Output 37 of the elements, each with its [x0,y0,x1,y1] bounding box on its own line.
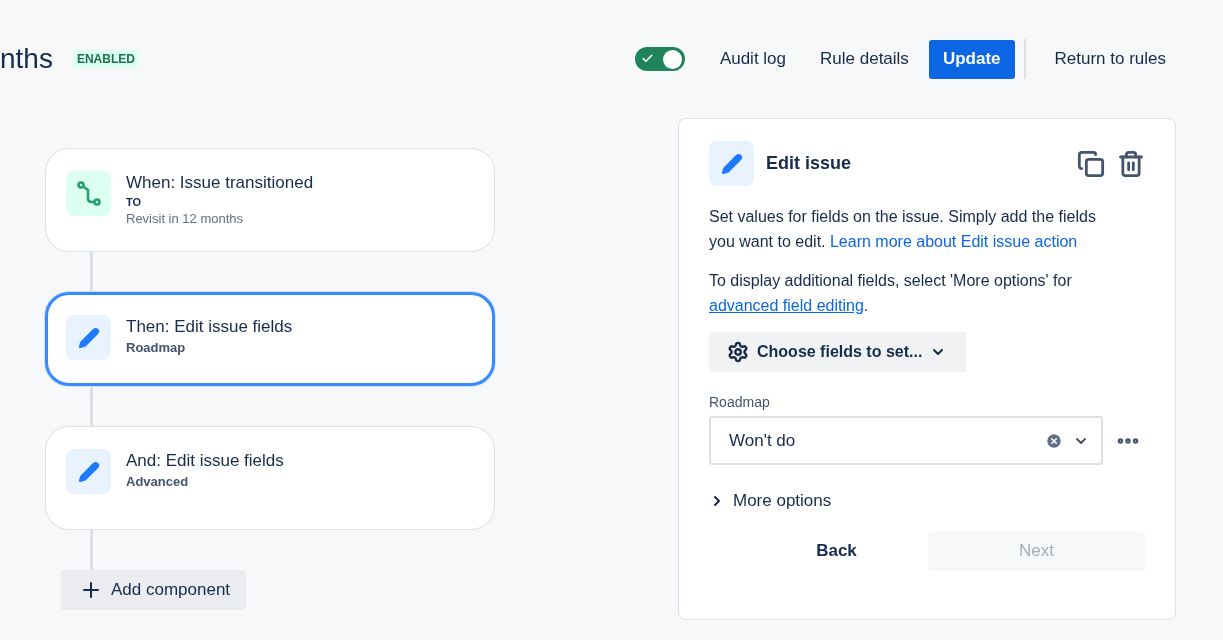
trash-icon[interactable] [1117,149,1145,178]
card-detail: Revisit in 12 months [126,211,245,226]
enable-toggle[interactable] [634,47,685,71]
card-title: And: Edit issue fields [126,451,284,471]
more-options-toggle[interactable]: More options [709,491,832,511]
card-detail: TO [126,196,143,208]
learn-more-link[interactable]: Learn more about Edit issue action [829,233,1078,250]
duplicate-icon[interactable] [1077,149,1105,178]
rule-component-card[interactable]: Then: Edit issue fields Roadmap [45,292,495,386]
clear-icon[interactable] [1045,431,1063,450]
card-title: Then: Edit issue fields [126,317,293,337]
description-text: Set values for fields on the issue. Simply add the fields you want to edit. Learn more about Edit issue action [709,207,1097,252]
roadmap-select[interactable]: Won't do [709,416,1103,465]
card-title: When: Issue transitioned [126,173,314,193]
rule-component-card[interactable]: And: Edit issue fields Advanced [45,426,495,530]
add-component-button[interactable]: Add component [61,570,247,610]
pencil-icon [66,449,111,494]
pencil-icon [709,141,754,186]
card-detail: Roadmap [126,340,187,355]
advanced-editing-link[interactable]: advanced field editing [709,297,864,314]
rule-title: nths [0,43,53,75]
rule-component-card[interactable]: When: Issue transitioned TO Revisit in 12 months [45,148,495,252]
panel-title: Edit issue [766,153,853,174]
field-label: Roadmap [709,394,771,410]
pencil-icon [66,315,111,360]
header-button[interactable]: Audit log [705,39,801,79]
check-icon [640,52,654,65]
primary-button[interactable]: Update [928,39,1015,79]
header-button[interactable]: Rule details [806,39,923,79]
header-button[interactable]: Return to rules [1040,39,1180,79]
choose-fields-button[interactable]: Choose fields to set... [709,332,967,372]
card-detail: Advanced [126,474,190,489]
route-icon [66,171,111,216]
gear-icon [727,341,749,363]
note-text: To display additional fields, select 'More options' for advanced field editing. [709,271,1073,316]
status-lozenge: ENABLED [72,50,139,68]
back-button[interactable]: Back [749,531,924,571]
